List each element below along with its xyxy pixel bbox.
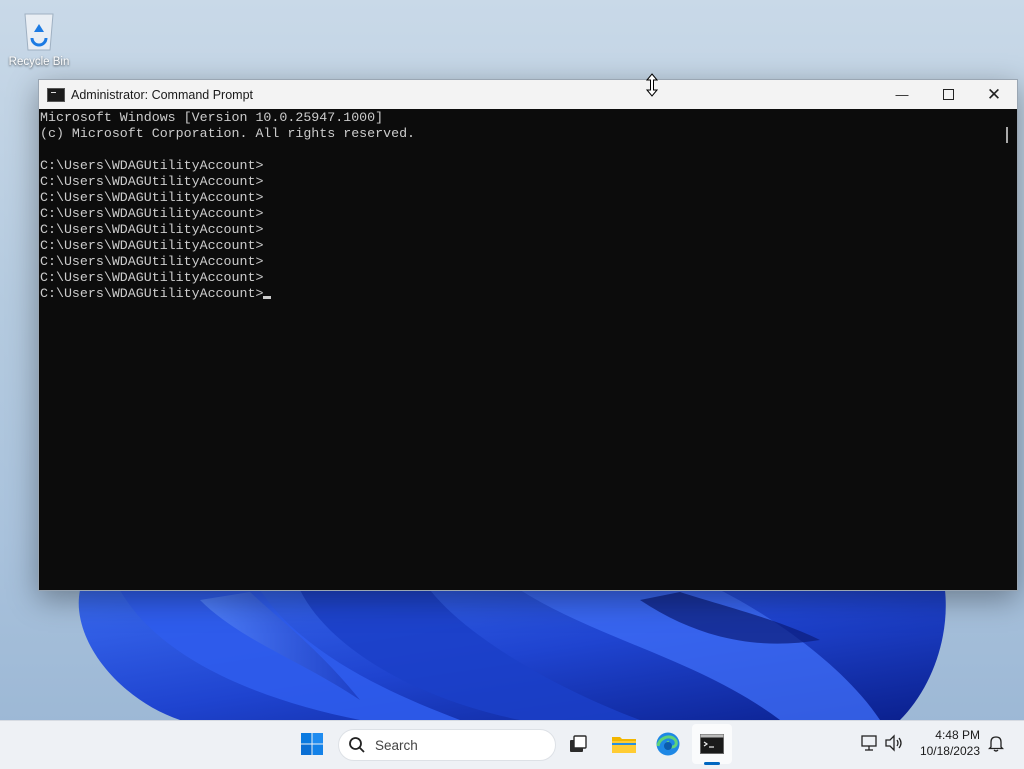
- file-explorer-button[interactable]: [608, 728, 640, 760]
- window-title: Administrator: Command Prompt: [71, 87, 254, 102]
- network-icon[interactable]: [860, 734, 880, 752]
- clock-time: 4:48 PM: [935, 728, 980, 742]
- console-output[interactable]: Microsoft Windows [Version 10.0.25947.10…: [39, 109, 999, 590]
- console-prompt-line[interactable]: C:\Users\WDAGUtilityAccount>: [40, 286, 999, 302]
- minimize-icon: —: [895, 87, 909, 102]
- edge-icon: [656, 732, 680, 756]
- command-prompt-window[interactable]: Administrator: Command Prompt — ✕ Micros…: [38, 79, 1018, 591]
- console-line: C:\Users\WDAGUtilityAccount>: [40, 174, 264, 189]
- console-line: C:\Users\WDAGUtilityAccount>: [40, 158, 264, 173]
- notification-bell-icon[interactable]: [988, 734, 1004, 752]
- vertical-scrollbar[interactable]: [999, 109, 1017, 590]
- terminal-button[interactable]: [696, 728, 728, 760]
- console-line: (c) Microsoft Corporation. All rights re…: [40, 126, 416, 141]
- edge-button[interactable]: [652, 728, 684, 760]
- console-line: C:\Users\WDAGUtilityAccount>: [40, 222, 264, 237]
- recycle-bin-label: Recycle Bin: [8, 56, 70, 68]
- terminal-icon: [700, 734, 724, 754]
- recycle-bin-icon: [19, 8, 59, 52]
- taskbar-clock[interactable]: 4:48 PM 10/18/2023: [920, 727, 980, 759]
- console-line: C:\Users\WDAGUtilityAccount>: [40, 270, 264, 285]
- window-titlebar[interactable]: Administrator: Command Prompt — ✕: [39, 80, 1017, 109]
- volume-icon[interactable]: [884, 734, 904, 752]
- close-button[interactable]: ✕: [971, 80, 1017, 109]
- resize-cursor-icon: [646, 73, 658, 97]
- console-line: C:\Users\WDAGUtilityAccount>: [40, 238, 264, 253]
- start-button[interactable]: [296, 728, 328, 760]
- console-line: C:\Users\WDAGUtilityAccount>: [40, 190, 264, 205]
- console-line: Microsoft Windows [Version 10.0.25947.10…: [40, 110, 384, 125]
- recycle-bin-shortcut[interactable]: Recycle Bin: [4, 8, 74, 68]
- text-cursor: [263, 296, 272, 299]
- search-placeholder: Search: [375, 737, 418, 753]
- console-line: C:\Users\WDAGUtilityAccount>: [40, 206, 264, 221]
- start-icon: [301, 733, 323, 755]
- task-view-icon: [570, 735, 587, 752]
- search-icon: [349, 737, 365, 753]
- console-line: C:\Users\WDAGUtilityAccount>: [40, 254, 264, 269]
- maximize-button[interactable]: [925, 80, 971, 109]
- minimize-button[interactable]: —: [879, 80, 925, 109]
- console-prompt: C:\Users\WDAGUtilityAccount>: [40, 286, 264, 301]
- task-view-button[interactable]: [562, 728, 594, 760]
- taskbar-search-box[interactable]: Search: [338, 729, 556, 761]
- active-app-indicator: [704, 762, 720, 765]
- clock-date: 10/18/2023: [919, 744, 980, 758]
- close-icon: ✕: [986, 84, 1002, 104]
- maximize-icon: [942, 89, 954, 100]
- file-explorer-icon: [612, 737, 636, 753]
- scrollbar-thumb[interactable]: [1006, 127, 1008, 143]
- cmd-icon: [47, 87, 65, 102]
